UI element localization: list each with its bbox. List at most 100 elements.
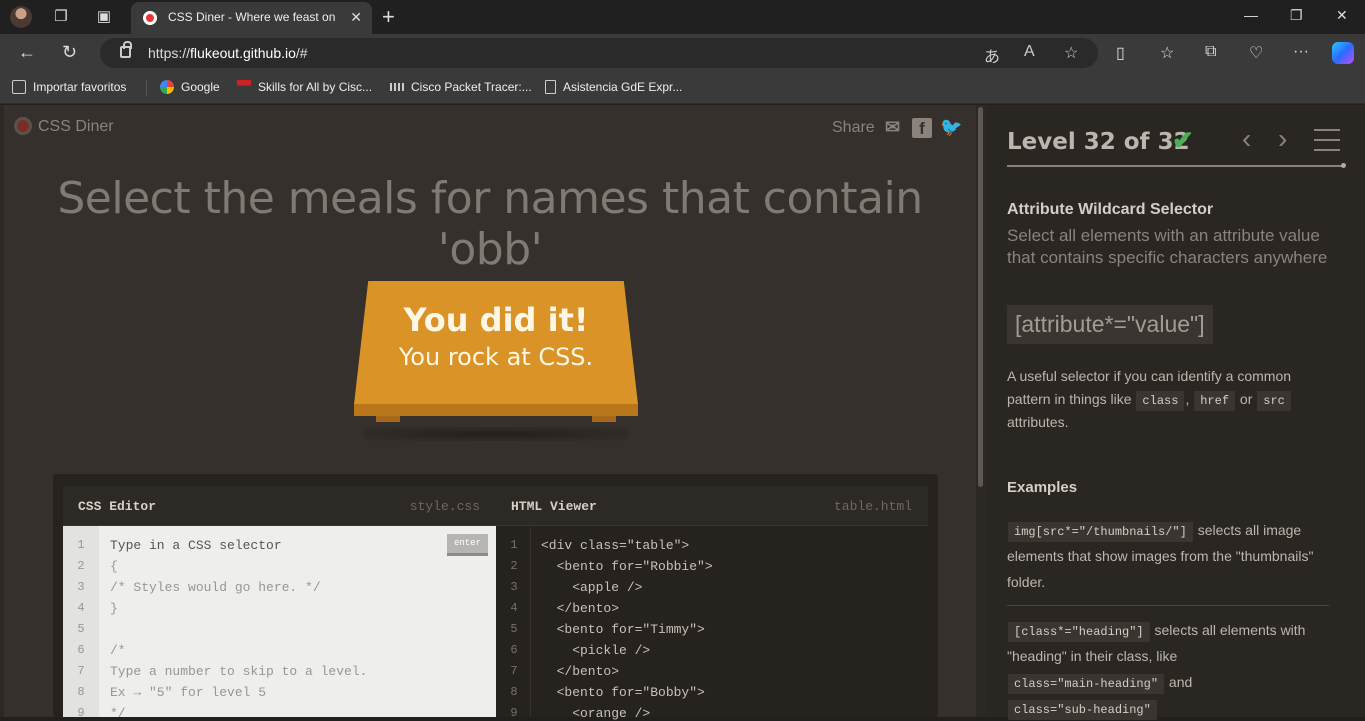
workspaces-icon[interactable]: ❐	[50, 6, 72, 28]
selector-syntax: [attribute*="value"]	[1007, 305, 1213, 344]
examples-divider	[1007, 605, 1329, 606]
previous-level-icon[interactable]: ‹	[1242, 123, 1251, 155]
html-line-number: 5	[510, 622, 518, 636]
css-line-number: 7	[77, 664, 85, 678]
page-viewport: CSS Diner Share ✉ f 🐦 Select the meals f…	[0, 105, 1365, 721]
bookmark-google[interactable]: Google	[160, 80, 220, 94]
restore-icon[interactable]: ❐	[1290, 7, 1303, 24]
game-area: CSS Diner Share ✉ f 🐦 Select the meals f…	[4, 105, 976, 721]
code-keyword: class	[1136, 391, 1185, 411]
google-icon	[160, 80, 174, 94]
bookmark-packet-tracer[interactable]: Cisco Packet Tracer:...	[390, 80, 532, 94]
facebook-share-icon[interactable]: f	[912, 118, 932, 138]
css-input-area[interactable]: 1 Type in a CSS selector 2 {3 /* Styles woul…	[63, 526, 496, 721]
html-code-line: <bento for="Robbie">	[541, 559, 713, 574]
css-code-line: Type in a CSS selector	[110, 538, 282, 553]
twitter-share-icon[interactable]: 🐦	[940, 117, 962, 138]
html-line-number: 9	[510, 706, 518, 720]
css-line-number: 9	[77, 706, 85, 720]
css-line-number: 3	[77, 580, 85, 594]
css-code-line: /* Styles would go here. */	[110, 580, 321, 595]
lock-icon[interactable]	[120, 41, 132, 58]
read-aloud-icon[interactable]: A	[1024, 43, 1035, 61]
copilot-icon[interactable]	[1332, 42, 1354, 64]
bookmark-asistencia[interactable]: Asistencia GdE Expr...	[545, 80, 682, 94]
level-menu-icon[interactable]	[1314, 129, 1340, 151]
tab-actions-icon[interactable]: ▣	[93, 6, 115, 28]
close-tab-icon[interactable]: ✕	[350, 9, 362, 26]
page-scrollbar[interactable]	[976, 105, 986, 717]
next-level-icon[interactable]: ›	[1278, 123, 1287, 155]
html-code-line: <orange />	[541, 706, 651, 721]
html-code-line: <apple />	[541, 580, 643, 595]
import-icon	[12, 80, 26, 94]
close-window-icon[interactable]: ✕	[1336, 7, 1348, 24]
tab-title: CSS Diner - Where we feast on CSS	[168, 10, 338, 24]
favorites-icon[interactable]: ☆	[1160, 43, 1174, 63]
example-code: class="main-heading"	[1008, 674, 1165, 694]
example-code: [class*="heading"]	[1008, 622, 1150, 642]
scrollbar-thumb[interactable]	[978, 107, 983, 487]
completed-check-icon: ✔	[1172, 125, 1194, 155]
back-icon[interactable]: ←	[18, 42, 36, 62]
split-screen-icon[interactable]: ▯	[1116, 43, 1125, 63]
css-code-line: Ex → "5" for level 5	[110, 685, 267, 700]
browser-tab[interactable]: CSS Diner - Where we feast on CSS ✕	[131, 2, 372, 34]
html-viewer-header: HTML Viewer table.html	[496, 486, 928, 526]
css-file-name: style.css	[409, 499, 480, 514]
help-separator: ,	[1185, 391, 1190, 407]
css-code-line: {	[110, 559, 118, 574]
selector-title: Attribute Wildcard Selector	[1007, 201, 1214, 218]
enter-button[interactable]: enter	[447, 534, 488, 556]
win-subtitle: You rock at CSS.	[398, 343, 594, 371]
bookmarks-divider	[146, 80, 147, 96]
html-code-line: </bento>	[541, 601, 620, 616]
table-edge	[354, 404, 638, 416]
html-code-line: </bento>	[541, 664, 620, 679]
url-text[interactable]: https://flukeout.github.io/#	[148, 45, 308, 61]
level-progress-bar	[1007, 163, 1346, 168]
profile-avatar[interactable]	[10, 6, 32, 28]
address-bar[interactable]: https://flukeout.github.io/# あ A ☆	[100, 38, 1098, 68]
level-indicator: Level 32 of 32	[1007, 129, 1190, 155]
email-share-icon[interactable]: ✉	[885, 117, 900, 138]
css-code-line: Type a number to skip to a level.	[110, 664, 368, 679]
help-text: or	[1239, 391, 1253, 407]
minimize-icon[interactable]: —	[1244, 7, 1258, 23]
example-text: and	[1168, 674, 1193, 690]
favorite-star-icon[interactable]: ☆	[1064, 43, 1078, 63]
selector-help: A useful selector if you can identify a …	[1007, 365, 1337, 434]
html-code-line: <bento for="Bobby">	[541, 685, 705, 700]
translate-icon[interactable]: あ	[984, 43, 1000, 67]
css-line-number: 5	[77, 622, 85, 636]
html-viewer-area: 1 <div class="table"> 2 <bento for="Robbie…	[496, 526, 928, 721]
more-menu-icon[interactable]: ···	[1293, 43, 1309, 61]
css-line-number: 4	[77, 601, 85, 615]
table-leg	[376, 416, 400, 422]
html-line-number: 4	[510, 601, 518, 615]
navigation-bar: ← ↻ https://flukeout.github.io/# あ A ☆ ▯…	[0, 34, 1365, 72]
bookmark-import[interactable]: Importar favoritos	[12, 80, 126, 94]
skills-for-all-icon	[237, 80, 251, 94]
html-line-number: 2	[510, 559, 518, 573]
examples-title: Examples	[1007, 479, 1078, 496]
browser-essentials-icon[interactable]: ♡	[1249, 43, 1263, 63]
level-sidebar: Level 32 of 32 ✔ ‹ › Attribute Wildcard …	[986, 105, 1365, 720]
code-keyword: href	[1194, 391, 1236, 411]
site-logo[interactable]: CSS Diner	[14, 117, 114, 136]
reload-icon[interactable]: ↻	[62, 42, 77, 62]
progress-fill	[1007, 165, 1344, 167]
css-line-number: 8	[77, 685, 85, 699]
html-line-number: 8	[510, 685, 518, 699]
new-tab-icon[interactable]: +	[382, 4, 395, 30]
editor-panel: CSS Editor style.css HTML Viewer table.h…	[53, 474, 938, 721]
cisco-icon	[390, 83, 404, 91]
logo-plate-icon	[14, 117, 32, 135]
html-code-line: <bento for="Timmy">	[541, 622, 705, 637]
example-1: img[src*="/thumbnails/"] selects all ima…	[1007, 517, 1337, 595]
css-code-line: /*	[110, 643, 126, 658]
html-code-line: <pickle />	[541, 643, 651, 658]
collections-icon[interactable]: ⧉	[1205, 43, 1216, 61]
bookmark-skills-for-all[interactable]: Skills for All by Cisc...	[237, 80, 372, 94]
css-code-line: */	[110, 706, 126, 721]
